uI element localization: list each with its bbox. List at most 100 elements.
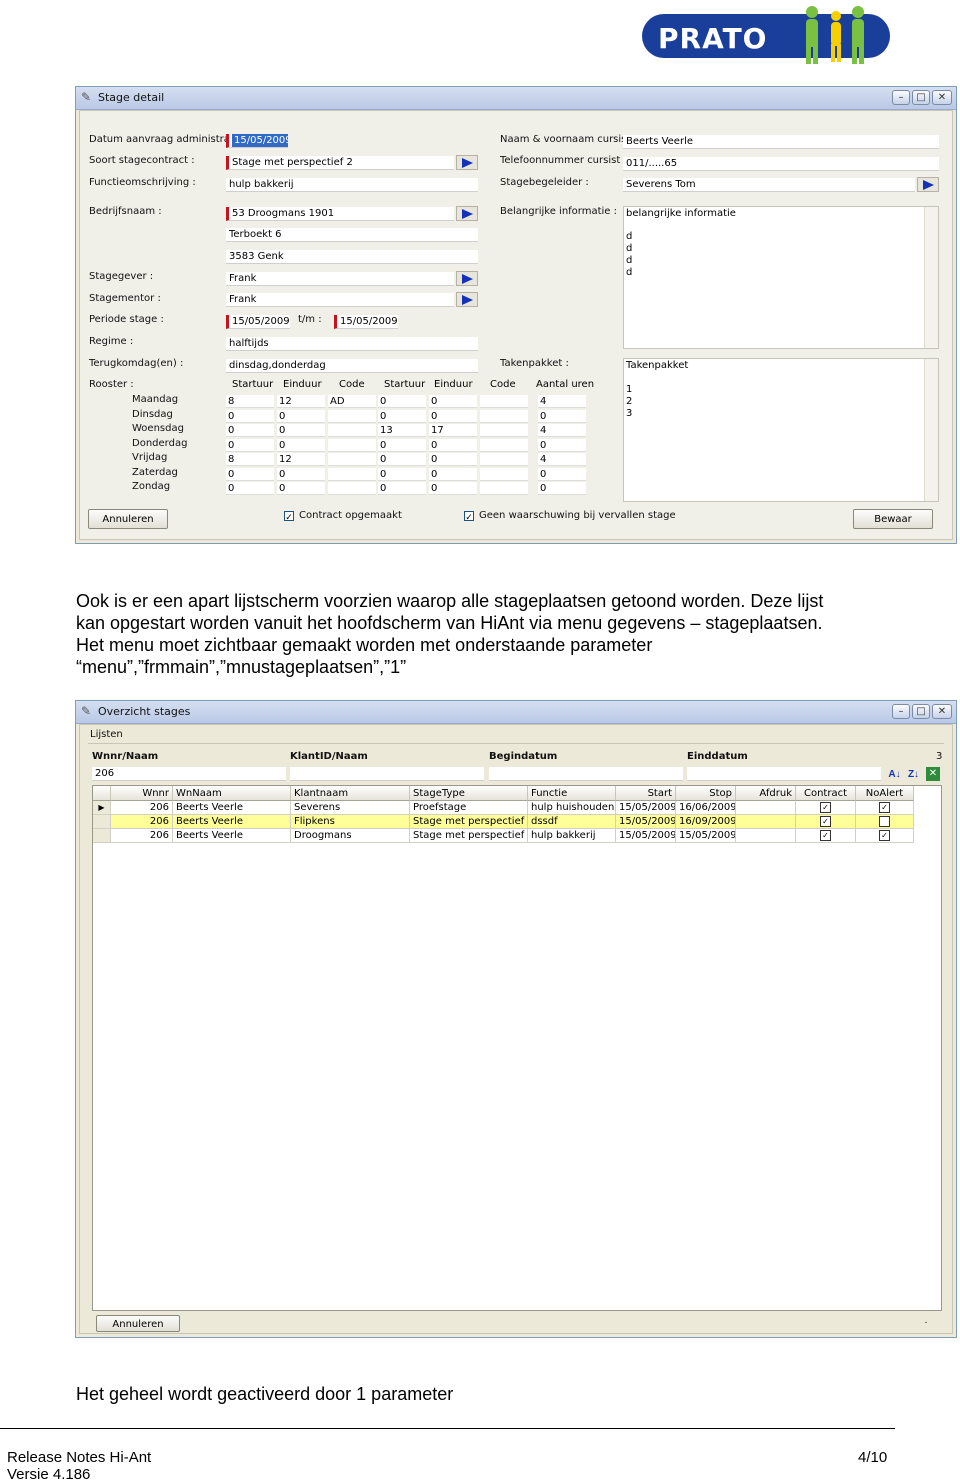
bedrijf-field[interactable]: 53 Droogmans 1901 bbox=[226, 207, 454, 221]
schedule-cell[interactable]: 0 bbox=[378, 453, 426, 466]
sort-descending-icon[interactable]: Z↓ bbox=[905, 767, 922, 782]
functie-field[interactable]: hulp bakkerij bbox=[226, 178, 478, 192]
schedule-cell[interactable]: 4 bbox=[538, 453, 586, 466]
annuleren-button[interactable]: Annuleren bbox=[88, 509, 168, 529]
soort-arrow-button[interactable] bbox=[456, 155, 478, 170]
contract-checkbox[interactable]: ✓ bbox=[820, 829, 831, 841]
schedule-cell[interactable]: 0 bbox=[277, 467, 325, 481]
contract-checkbox[interactable]: ✓ bbox=[284, 511, 294, 522]
info-memo[interactable]: belangrijke informatie d d d d bbox=[623, 206, 939, 349]
column-header[interactable]: Contract bbox=[796, 786, 856, 801]
close-button[interactable]: ✕ bbox=[932, 704, 952, 719]
noalert-checkbox[interactable]: ✓ bbox=[879, 801, 890, 813]
column-header[interactable]: Start bbox=[616, 786, 676, 801]
schedule-cell[interactable]: 0 bbox=[429, 453, 477, 466]
periode-van-field[interactable]: 15/05/2009 bbox=[226, 315, 290, 329]
bedrijf-arrow-button[interactable] bbox=[456, 206, 478, 221]
adres1-field[interactable]: Terboekt 6 bbox=[226, 228, 478, 242]
schedule-cell[interactable]: 0 bbox=[429, 467, 477, 481]
schedule-cell[interactable] bbox=[328, 482, 376, 495]
schedule-cell[interactable]: 8 bbox=[226, 453, 274, 466]
schedule-cell[interactable]: 4 bbox=[538, 395, 586, 408]
schedule-cell[interactable]: 0 bbox=[226, 438, 274, 452]
schedule-cell[interactable]: 4 bbox=[538, 424, 586, 437]
schedule-cell[interactable]: 0 bbox=[378, 438, 426, 452]
schedule-cell[interactable]: 12 bbox=[277, 453, 325, 466]
schedule-cell[interactable]: 0 bbox=[226, 409, 274, 423]
schedule-cell[interactable] bbox=[480, 409, 528, 423]
begeleider-arrow-button[interactable] bbox=[917, 177, 939, 192]
close-button[interactable]: ✕ bbox=[932, 90, 952, 105]
begindatum-filter-input[interactable] bbox=[489, 767, 683, 781]
stagementor-arrow-button[interactable] bbox=[456, 292, 478, 307]
contract-checkbox[interactable]: ✓ bbox=[820, 815, 831, 827]
column-header[interactable]: Klantnaam bbox=[291, 786, 410, 801]
tab-lijsten[interactable]: Lijsten bbox=[90, 729, 123, 740]
noalert-checkbox[interactable]: ✓ bbox=[879, 829, 890, 841]
stagegever-arrow-button[interactable] bbox=[456, 271, 478, 286]
schedule-cell[interactable]: 0 bbox=[429, 482, 477, 495]
schedule-cell[interactable]: 0 bbox=[429, 438, 477, 452]
schedule-cell[interactable]: 0 bbox=[378, 467, 426, 481]
stagementor-field[interactable]: Frank bbox=[226, 293, 454, 307]
schedule-cell[interactable]: 0 bbox=[277, 438, 325, 452]
schedule-cell[interactable]: 17 bbox=[429, 424, 477, 437]
schedule-cell[interactable]: 0 bbox=[277, 482, 325, 495]
column-header[interactable]: Wnnr bbox=[111, 786, 173, 801]
wnnr-filter-input[interactable]: 206 bbox=[92, 767, 286, 781]
maximize-button[interactable]: □ bbox=[912, 704, 930, 719]
contract-checkbox[interactable]: ✓ bbox=[820, 801, 831, 813]
column-header[interactable]: Afdruk bbox=[736, 786, 796, 801]
geen-waarschuwing-checkbox[interactable]: ✓ bbox=[464, 511, 474, 522]
annuleren-button[interactable]: Annuleren bbox=[96, 1315, 180, 1332]
table-row[interactable]: 206 Beerts Veerle Droogmans Stage met persp… bbox=[93, 829, 914, 843]
schedule-cell[interactable]: 0 bbox=[226, 424, 274, 437]
schedule-cell[interactable]: 0 bbox=[429, 395, 477, 408]
schedule-cell[interactable] bbox=[328, 424, 376, 437]
minimize-button[interactable]: – bbox=[892, 704, 910, 719]
schedule-cell[interactable] bbox=[328, 438, 376, 452]
scrollbar[interactable] bbox=[924, 359, 938, 501]
schedule-cell[interactable]: 0 bbox=[378, 395, 426, 408]
minimize-button[interactable]: – bbox=[892, 90, 910, 105]
schedule-cell[interactable]: 0 bbox=[538, 482, 586, 495]
regime-field[interactable]: halftijds bbox=[226, 337, 478, 351]
schedule-cell[interactable]: 0 bbox=[378, 482, 426, 495]
naam-field[interactable]: Beerts Veerle bbox=[623, 135, 939, 149]
schedule-cell[interactable] bbox=[480, 438, 528, 452]
schedule-cell[interactable]: 0 bbox=[277, 409, 325, 423]
noalert-checkbox[interactable] bbox=[879, 815, 890, 827]
column-header[interactable]: Stop bbox=[676, 786, 736, 801]
stagegever-field[interactable]: Frank bbox=[226, 272, 454, 286]
telefoon-field[interactable]: 011/.....65 bbox=[623, 157, 939, 171]
schedule-cell[interactable]: 0 bbox=[277, 424, 325, 437]
schedule-cell[interactable]: 0 bbox=[226, 482, 274, 495]
schedule-cell[interactable]: 0 bbox=[538, 467, 586, 481]
soort-field[interactable]: Stage met perspectief 2 bbox=[226, 156, 454, 170]
takenpakket-memo[interactable]: Takenpakket 1 2 3 bbox=[623, 358, 939, 502]
datum-field[interactable]: 15/05/2009 bbox=[226, 134, 288, 148]
schedule-cell[interactable]: 0 bbox=[538, 409, 586, 423]
table-row[interactable]: 206 Beerts Veerle Flipkens Stage met perspe… bbox=[93, 815, 914, 829]
sort-ascending-icon[interactable]: A↓ bbox=[886, 767, 903, 782]
adres2-field[interactable]: 3583 Genk bbox=[226, 250, 478, 264]
schedule-cell[interactable] bbox=[480, 453, 528, 466]
column-header[interactable]: Functie bbox=[528, 786, 616, 801]
schedule-cell[interactable] bbox=[328, 409, 376, 423]
schedule-cell[interactable] bbox=[328, 467, 376, 481]
schedule-cell[interactable]: 0 bbox=[429, 409, 477, 423]
schedule-cell[interactable] bbox=[480, 424, 528, 437]
periode-tot-field[interactable]: 15/05/2009 bbox=[334, 315, 398, 329]
maximize-button[interactable]: □ bbox=[912, 90, 930, 105]
schedule-cell[interactable]: AD bbox=[328, 395, 376, 408]
column-header[interactable]: NoAlert bbox=[856, 786, 914, 801]
schedule-cell[interactable]: 12 bbox=[277, 395, 325, 408]
current-row-arrow-icon[interactable]: ▶ bbox=[93, 801, 111, 815]
column-header[interactable]: WnNaam bbox=[173, 786, 291, 801]
schedule-cell[interactable] bbox=[328, 453, 376, 466]
terugkom-field[interactable]: dinsdag,donderdag bbox=[226, 359, 478, 373]
table-row[interactable]: ▶ 206 Beerts Veerle Severens Proefstage hulp … bbox=[93, 801, 914, 815]
klant-filter-input[interactable] bbox=[290, 767, 484, 781]
excel-export-icon[interactable]: ✕ bbox=[926, 767, 940, 781]
schedule-cell[interactable]: 0 bbox=[226, 467, 274, 481]
